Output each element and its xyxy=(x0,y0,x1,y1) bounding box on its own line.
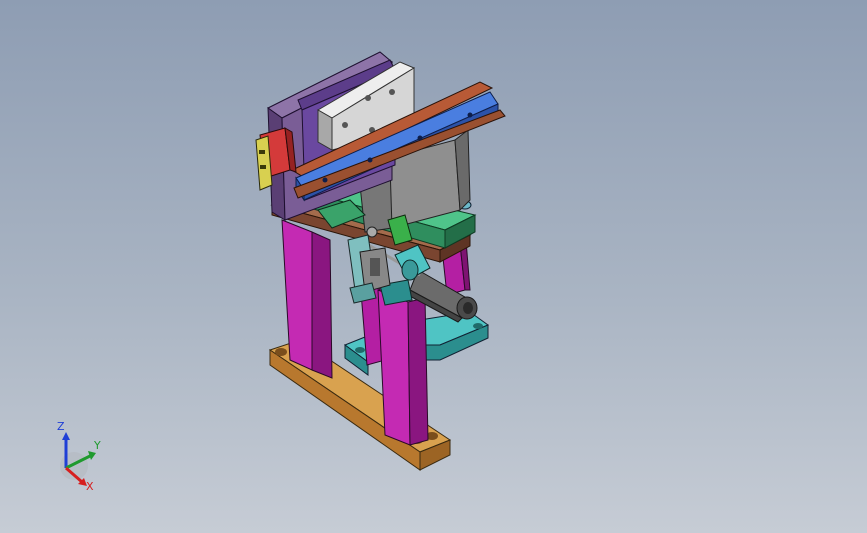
front-left-column[interactable] xyxy=(281,219,333,379)
front-right-column[interactable] xyxy=(377,289,429,446)
orientation-triad[interactable]: Z Y X xyxy=(44,418,114,498)
x-axis-label: X xyxy=(86,480,94,493)
fixture-assembly-model[interactable] xyxy=(0,0,867,533)
z-axis-head xyxy=(62,432,70,440)
y-axis-label: Y xyxy=(93,439,101,452)
cad-viewport[interactable]: Z Y X xyxy=(0,0,867,533)
z-axis-label: Z xyxy=(57,420,65,433)
